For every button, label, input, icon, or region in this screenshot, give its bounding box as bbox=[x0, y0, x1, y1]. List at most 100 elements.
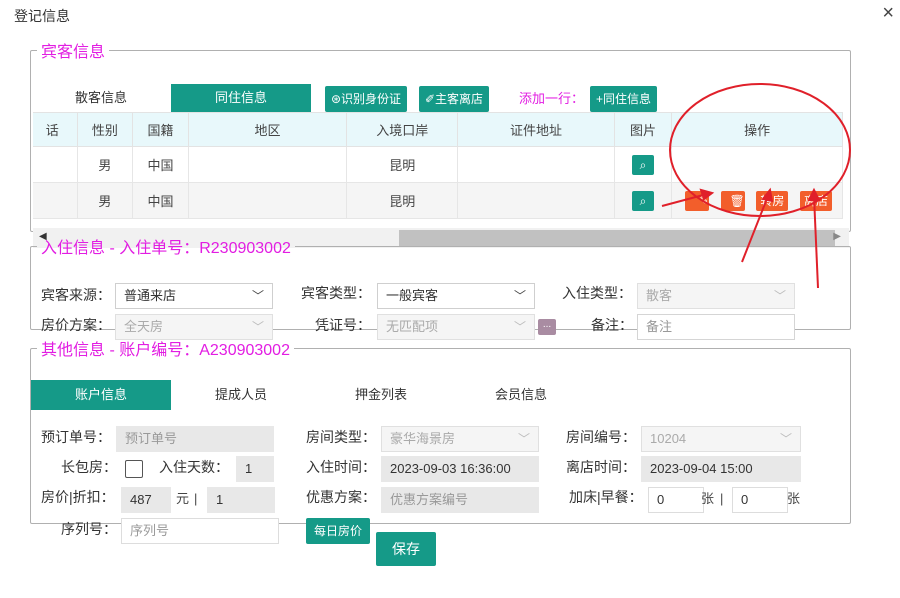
guest-type-label: 宾客类型： bbox=[301, 285, 371, 301]
tab-account[interactable]: 账户信息 bbox=[31, 380, 171, 410]
search-icon[interactable]: ⌕ bbox=[632, 154, 655, 175]
price-input[interactable]: 487 bbox=[121, 487, 171, 513]
cell-nation: 中国 bbox=[132, 182, 189, 219]
checkout-time-label: 离店时间： bbox=[566, 459, 636, 475]
serial-no-input[interactable]: 序列号 bbox=[121, 518, 279, 544]
promo-input[interactable]: 优惠方案编号 bbox=[381, 487, 539, 513]
guest-source-select[interactable]: 普通来店 ﹀ bbox=[115, 283, 273, 309]
checkin-info-legend: 入住信息 - 入住单号：R230903002 bbox=[41, 240, 291, 257]
guest-type-value: 一般宾客 bbox=[386, 288, 439, 303]
cell-gender: 男 bbox=[76, 182, 134, 219]
other-info-section: 其他信息 - 账户编号：A230903002 账户信息 提成人员 押金列表 会员… bbox=[30, 336, 851, 544]
long-stay-checkbox[interactable] bbox=[125, 460, 143, 478]
tab-member[interactable]: 会员信息 bbox=[451, 380, 591, 410]
edit-icon[interactable]: ✎ bbox=[685, 190, 710, 211]
daily-price-button[interactable]: 每日房价 bbox=[306, 518, 371, 544]
id-card-button[interactable]: ⊛识别身份证 bbox=[325, 86, 408, 112]
remark-label: 备注： bbox=[591, 317, 633, 333]
booking-no-input[interactable]: 预订单号 bbox=[116, 426, 274, 452]
tab-walkin[interactable]: 散客信息 bbox=[51, 84, 151, 112]
booking-no-label: 预订单号： bbox=[41, 429, 111, 445]
search-icon[interactable]: ⌕ bbox=[632, 190, 655, 211]
checkout-time-input[interactable]: 2023-09-04 15:00 bbox=[641, 456, 801, 482]
serial-no-label: 序列号： bbox=[61, 521, 117, 537]
cell-region bbox=[187, 182, 348, 219]
transfer-room-button[interactable]: 转房 bbox=[756, 190, 789, 211]
chevron-down-icon: ﹀ bbox=[779, 432, 792, 446]
cell-phone bbox=[33, 182, 78, 219]
col-port: 入境口岸 bbox=[346, 112, 459, 147]
tab-deposit[interactable]: 押金列表 bbox=[311, 380, 451, 410]
price-discount-label: 房价|折扣： bbox=[41, 489, 115, 505]
checkin-info-section: 入住信息 - 入住单号：R230903002 宾客来源： 普通来店 ﹀ 宾客类型：… bbox=[30, 234, 851, 340]
tab-commission[interactable]: 提成人员 bbox=[171, 380, 311, 410]
col-phone: 话 bbox=[33, 112, 78, 147]
chevron-down-icon: ﹀ bbox=[513, 289, 526, 303]
cell-region bbox=[187, 146, 348, 183]
close-icon[interactable]: × bbox=[882, 2, 894, 24]
table-row: 男 中国 昆明 ⌕ ✎ 🗑 转房 离店 bbox=[33, 182, 843, 219]
guest-info-legend: 宾客信息 bbox=[41, 44, 106, 61]
rate-plan-value: 全天房 bbox=[124, 319, 164, 334]
room-type-select[interactable]: 豪华海景房 ﹀ bbox=[381, 426, 539, 452]
guest-source-value: 普通来店 bbox=[124, 288, 177, 303]
cell-address bbox=[457, 182, 615, 219]
col-address: 证件地址 bbox=[457, 112, 615, 147]
cell-phone bbox=[33, 146, 78, 183]
extra-separator: | bbox=[720, 491, 724, 506]
guest-source-label: 宾客来源： bbox=[41, 287, 111, 303]
extra-bed-breakfast-label: 加床|早餐： bbox=[569, 489, 643, 505]
rate-plan-label: 房价方案： bbox=[41, 317, 111, 333]
delete-icon[interactable]: 🗑 bbox=[720, 190, 745, 211]
chevron-down-icon: ﹀ bbox=[517, 432, 530, 446]
voucher-label: 凭证号： bbox=[315, 317, 371, 333]
voucher-value: 无匹配项 bbox=[386, 319, 439, 334]
table-header: 话 性别 国籍 地区 入境口岸 证件地址 图片 操作 bbox=[33, 112, 843, 147]
save-button[interactable]: 保存 bbox=[376, 532, 436, 566]
stay-type-label: 入住类型： bbox=[562, 285, 632, 301]
col-gender: 性别 bbox=[76, 112, 134, 147]
tab-cohabit[interactable]: 同住信息 bbox=[171, 84, 311, 112]
cell-gender: 男 bbox=[76, 146, 134, 183]
guest-tabs: 散客信息 同住信息 ⊛识别身份证 ✐主客离店 添加一行： +同住信息 bbox=[39, 84, 839, 112]
extra-bed-input[interactable]: 0 bbox=[648, 487, 704, 513]
col-image: 图片 bbox=[613, 112, 673, 147]
breakfast-unit: 张 bbox=[787, 491, 801, 506]
cell-ops: ✎ 🗑 转房 离店 bbox=[671, 182, 843, 219]
guest-type-select[interactable]: 一般宾客 ﹀ bbox=[377, 283, 535, 309]
col-region: 地区 bbox=[187, 112, 348, 147]
col-ops: 操作 bbox=[671, 112, 843, 147]
extra-bed-unit: 张 bbox=[701, 491, 715, 506]
room-no-label: 房间编号： bbox=[566, 429, 636, 445]
cell-port: 昆明 bbox=[346, 146, 459, 183]
col-nation: 国籍 bbox=[132, 112, 189, 147]
breakfast-input[interactable]: 0 bbox=[732, 487, 788, 513]
stay-type-value: 散客 bbox=[646, 288, 673, 303]
price-unit: 元 bbox=[176, 491, 190, 506]
long-stay-label: 长包房： bbox=[61, 459, 117, 475]
add-cohabit-button[interactable]: +同住信息 bbox=[590, 86, 658, 112]
other-tabs: 账户信息 提成人员 押金列表 会员信息 bbox=[31, 380, 851, 410]
stay-days-input[interactable]: 1 bbox=[236, 456, 274, 482]
checkout-button[interactable]: 离店 bbox=[799, 190, 832, 211]
discount-input[interactable]: 1 bbox=[207, 487, 275, 513]
other-info-legend: 其他信息 - 账户编号：A230903002 bbox=[41, 342, 290, 359]
guest-info-section: 宾客信息 散客信息 同住信息 ⊛识别身份证 ✐主客离店 添加一行： +同住信息 … bbox=[30, 38, 851, 248]
more-button[interactable]: ... bbox=[538, 319, 556, 335]
main-checkout-button[interactable]: ✐主客离店 bbox=[419, 86, 490, 112]
room-type-value: 豪华海景房 bbox=[390, 431, 456, 446]
price-separator: | bbox=[194, 491, 198, 506]
stay-days-label: 入住天数： bbox=[159, 459, 229, 475]
cell-address bbox=[457, 146, 615, 183]
cell-ops bbox=[671, 146, 843, 183]
table-row: 男 中国 昆明 ⌕ bbox=[33, 146, 843, 183]
checkin-time-label: 入住时间： bbox=[306, 459, 376, 475]
cell-port: 昆明 bbox=[346, 182, 459, 219]
room-no-value: 10204 bbox=[650, 431, 687, 446]
chevron-down-icon: ﹀ bbox=[251, 289, 264, 303]
room-no-select[interactable]: 10204 ﹀ bbox=[641, 426, 801, 452]
stay-type-select[interactable]: 散客 ﹀ bbox=[637, 283, 795, 309]
checkin-time-input[interactable]: 2023-09-03 16:36:00 bbox=[381, 456, 539, 482]
cell-image: ⌕ bbox=[613, 182, 673, 219]
dialog-header: 登记信息 × bbox=[0, 0, 900, 30]
